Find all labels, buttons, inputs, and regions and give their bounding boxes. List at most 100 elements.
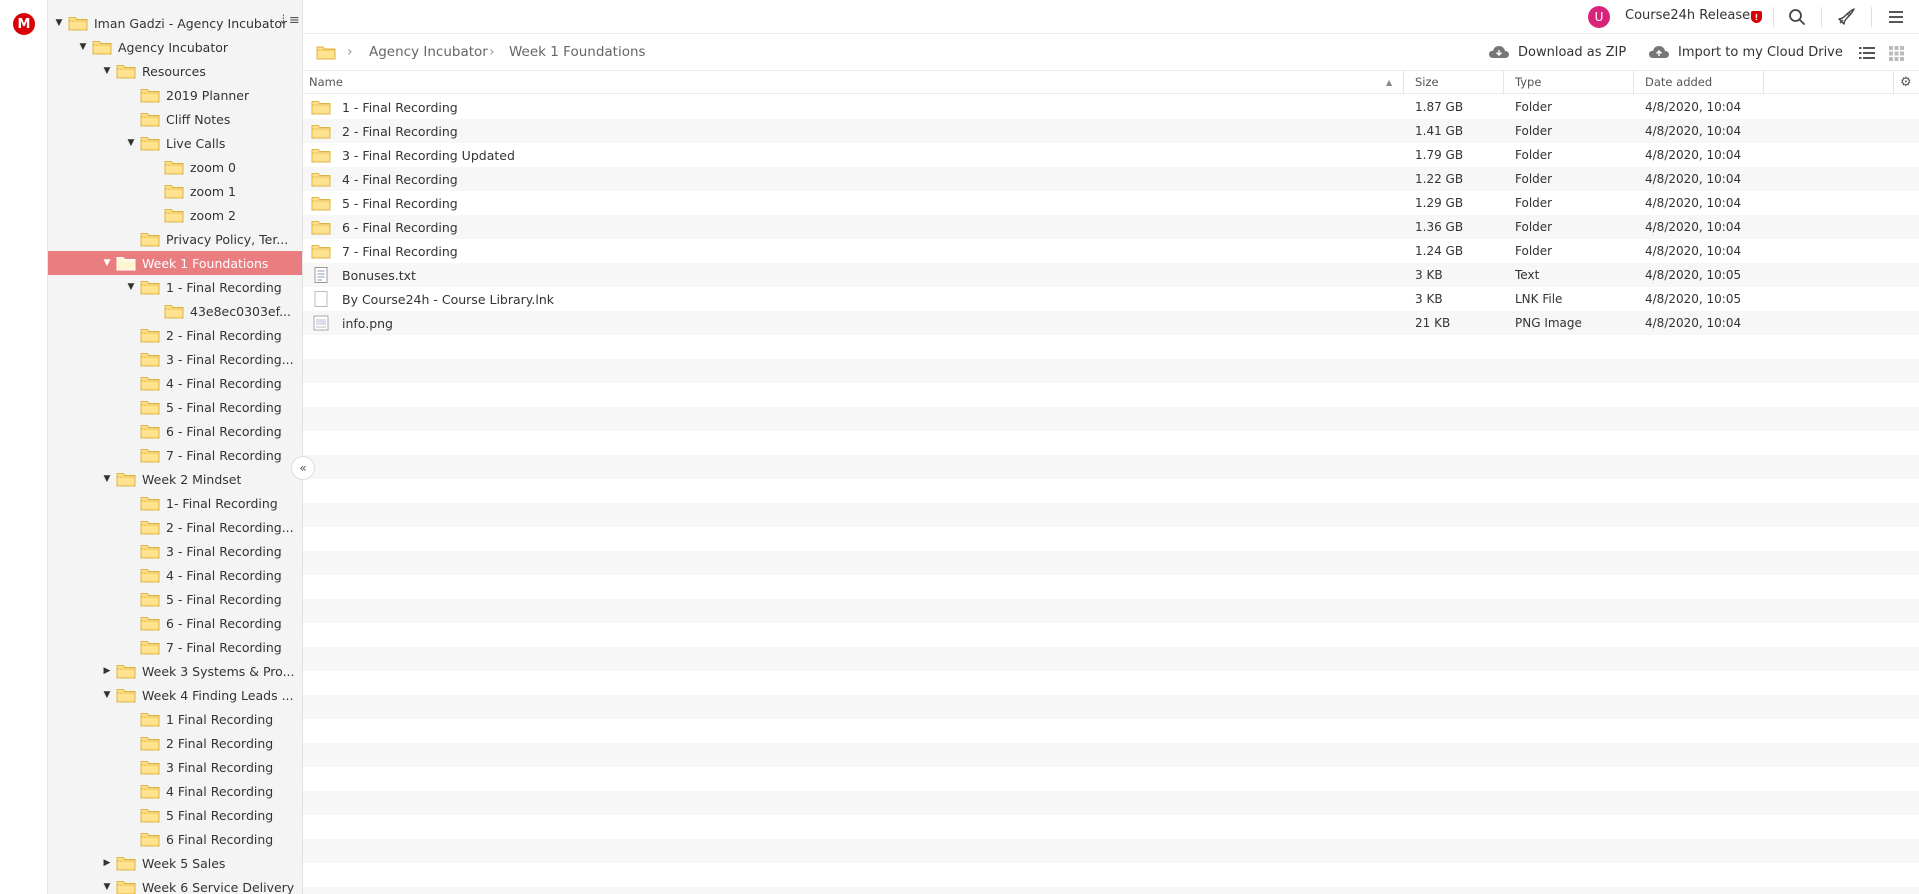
table-row[interactable]: info.png 21 KB PNG Image 4/8/2020, 10:04 bbox=[303, 311, 1919, 335]
tree-item[interactable]: ▼ Week 4 Finding Leads ... bbox=[48, 683, 302, 707]
collapse-caret-icon[interactable]: ▼ bbox=[102, 690, 112, 700]
collapse-sidebar-button[interactable]: « bbox=[291, 456, 315, 480]
folder-icon bbox=[311, 123, 331, 139]
folder-icon bbox=[311, 195, 331, 211]
column-header-date-added[interactable]: Date added bbox=[1645, 75, 1712, 89]
column-header-name[interactable]: Name bbox=[309, 75, 343, 89]
rocket-icon[interactable] bbox=[1835, 6, 1857, 28]
collapse-caret-icon[interactable]: ▼ bbox=[102, 66, 112, 76]
tree-item[interactable]: ▼5 - Final Recording bbox=[48, 587, 302, 611]
tree-item[interactable]: ▼5 Final Recording bbox=[48, 803, 302, 827]
tree-item[interactable]: ▼7 - Final Recording bbox=[48, 635, 302, 659]
sort-ascending-icon[interactable]: ▲ bbox=[1386, 78, 1392, 87]
table-row[interactable]: By Course24h - Course Library.lnk 3 KB LNK… bbox=[303, 287, 1919, 311]
tree-sort-icon[interactable]: ⇣≡ bbox=[278, 13, 300, 28]
column-header-type[interactable]: Type bbox=[1515, 75, 1541, 89]
folder-icon bbox=[311, 171, 331, 187]
tree-item[interactable]: ▼3 - Final Recording bbox=[48, 539, 302, 563]
folder-icon bbox=[140, 423, 160, 439]
tree-item[interactable]: ▼1 Final Recording bbox=[48, 707, 302, 731]
table-row[interactable]: 3 - Final Recording Updated 1.79 GB Folder… bbox=[303, 143, 1919, 167]
tree-item[interactable]: ▼4 Final Recording bbox=[48, 779, 302, 803]
column-settings-gear-icon[interactable]: ⚙ bbox=[1900, 75, 1912, 90]
tree-item[interactable]: ▼43e8ec0303ef... bbox=[48, 299, 302, 323]
text-file-icon bbox=[311, 267, 331, 283]
tree-item[interactable]: ▼ Week 6 Service Delivery bbox=[48, 875, 302, 894]
folder-icon bbox=[116, 63, 136, 79]
tree-item[interactable]: ▼ Week 2 Mindset bbox=[48, 467, 302, 491]
collapse-caret-icon[interactable]: ▼ bbox=[102, 474, 112, 484]
tree-item[interactable]: ▼1- Final Recording bbox=[48, 491, 302, 515]
breadcrumb-item[interactable]: Agency Incubator bbox=[369, 44, 488, 60]
collapse-caret-icon[interactable]: ▼ bbox=[126, 282, 136, 292]
table-row[interactable]: 6 - Final Recording 1.36 GB Folder 4/8/2020… bbox=[303, 215, 1919, 239]
empty-row bbox=[303, 719, 1919, 743]
tree-item-label: 5 Final Recording bbox=[166, 807, 274, 823]
tree-item[interactable]: ▼ Resources bbox=[48, 59, 302, 83]
table-row[interactable]: 1 - Final Recording 1.87 GB Folder 4/8/2020… bbox=[303, 95, 1919, 119]
expand-caret-icon[interactable]: ▶ bbox=[102, 666, 112, 676]
tree-item[interactable]: ▼2 - Final Recording... bbox=[48, 515, 302, 539]
collapse-caret-icon[interactable]: ▼ bbox=[54, 18, 64, 28]
table-row[interactable]: 5 - Final Recording 1.29 GB Folder 4/8/2020… bbox=[303, 191, 1919, 215]
download-zip-label: Download as ZIP bbox=[1518, 44, 1627, 60]
tree-item[interactable]: ▼ Agency Incubator bbox=[48, 35, 302, 59]
search-icon[interactable] bbox=[1786, 6, 1808, 28]
table-row[interactable]: Bonuses.txt 3 KB Text 4/8/2020, 10:05 bbox=[303, 263, 1919, 287]
tree-item[interactable]: ▼2 - Final Recording bbox=[48, 323, 302, 347]
tree-item[interactable]: ▼ Iman Gadzi - Agency Incubator bbox=[48, 11, 302, 35]
tree-item[interactable]: ▼Privacy Policy, Ter... bbox=[48, 227, 302, 251]
tree-item[interactable]: ▼zoom 0 bbox=[48, 155, 302, 179]
tree-item[interactable]: ▼3 - Final Recording... bbox=[48, 347, 302, 371]
expand-caret-icon[interactable]: ▶ bbox=[102, 858, 112, 868]
tree-item[interactable]: ▼ 1 - Final Recording bbox=[48, 275, 302, 299]
file-type: Folder bbox=[1515, 220, 1553, 234]
tree-item[interactable]: ▼6 Final Recording bbox=[48, 827, 302, 851]
tree-item[interactable]: ▼ Live Calls bbox=[48, 131, 302, 155]
tree-item[interactable]: ▼3 Final Recording bbox=[48, 755, 302, 779]
table-row[interactable]: 4 - Final Recording 1.22 GB Folder 4/8/2020… bbox=[303, 167, 1919, 191]
column-divider[interactable] bbox=[1893, 71, 1894, 94]
tree-item[interactable]: ▼zoom 2 bbox=[48, 203, 302, 227]
avatar[interactable]: U bbox=[1588, 6, 1610, 28]
list-view-icon[interactable] bbox=[1856, 42, 1878, 64]
collapse-caret-icon[interactable]: ▼ bbox=[126, 138, 136, 148]
mega-logo-icon[interactable]: M bbox=[13, 13, 35, 35]
file-type: Folder bbox=[1515, 148, 1553, 162]
tree-item[interactable]: ▼2 Final Recording bbox=[48, 731, 302, 755]
empty-row bbox=[303, 815, 1919, 839]
tree-item[interactable]: ▼6 - Final Recording bbox=[48, 419, 302, 443]
file-name: 6 - Final Recording bbox=[342, 220, 458, 235]
menu-icon[interactable] bbox=[1885, 6, 1907, 28]
download-zip-button[interactable]: Download as ZIP bbox=[1488, 44, 1626, 60]
table-row[interactable]: 2 - Final Recording 1.41 GB Folder 4/8/2020… bbox=[303, 119, 1919, 143]
tree-item[interactable]: ▼zoom 1 bbox=[48, 179, 302, 203]
table-row[interactable]: 7 - Final Recording 1.24 GB Folder 4/8/2020… bbox=[303, 239, 1919, 263]
tree-item[interactable]: ▼7 - Final Recording bbox=[48, 443, 302, 467]
grid-view-icon[interactable] bbox=[1885, 42, 1907, 64]
empty-row bbox=[303, 863, 1919, 887]
cloud-drive-folder-icon[interactable] bbox=[316, 44, 336, 60]
empty-row bbox=[303, 527, 1919, 551]
collapse-caret-icon[interactable]: ▼ bbox=[102, 258, 112, 268]
collapse-caret-icon[interactable]: ▼ bbox=[78, 42, 88, 52]
tree-item[interactable]: ▶ Week 5 Sales bbox=[48, 851, 302, 875]
column-divider[interactable] bbox=[1503, 71, 1504, 94]
column-header-size[interactable]: Size bbox=[1415, 75, 1439, 89]
breadcrumb-item-current[interactable]: Week 1 Foundations bbox=[509, 44, 646, 60]
tree-item[interactable]: ▼2019 Planner bbox=[48, 83, 302, 107]
tree-item[interactable]: ▶ Week 3 Systems & Pro... bbox=[48, 659, 302, 683]
column-divider[interactable] bbox=[1763, 71, 1764, 94]
tree-item[interactable]: ▼ Week 1 Foundations bbox=[48, 251, 302, 275]
tree-item[interactable]: ▼4 - Final Recording bbox=[48, 371, 302, 395]
column-divider[interactable] bbox=[1403, 71, 1404, 94]
tree-item[interactable]: ▼5 - Final Recording bbox=[48, 395, 302, 419]
tree-item[interactable]: ▼4 - Final Recording bbox=[48, 563, 302, 587]
collapse-caret-icon[interactable]: ▼ bbox=[102, 882, 112, 892]
tree-item[interactable]: ▼Cliff Notes bbox=[48, 107, 302, 131]
column-divider[interactable] bbox=[1633, 71, 1634, 94]
import-cloud-drive-button[interactable]: Import to my Cloud Drive bbox=[1648, 44, 1843, 60]
tree-item[interactable]: ▼6 - Final Recording bbox=[48, 611, 302, 635]
account-name[interactable]: Course24h Releases bbox=[1625, 8, 1757, 23]
file-type: Folder bbox=[1515, 172, 1553, 186]
